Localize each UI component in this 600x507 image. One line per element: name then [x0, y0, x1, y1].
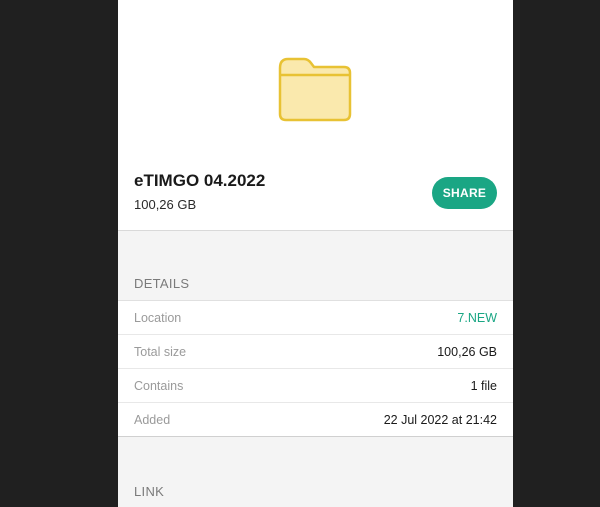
share-button[interactable]: SHARE	[432, 177, 497, 209]
detail-label: Total size	[134, 344, 187, 359]
detail-label: Added	[134, 412, 171, 427]
detail-row-location: Location 7.NEW	[118, 301, 513, 335]
details-list: Location 7.NEW Total size 100,26 GB Cont…	[118, 300, 513, 437]
detail-row-contains: Contains 1 file	[118, 369, 513, 403]
details-section-title: DETAILS	[134, 276, 190, 291]
file-header: eTIMGO 04.2022 100,26 GB SHARE	[118, 0, 513, 231]
detail-label: Contains	[134, 378, 184, 393]
detail-value: 100,26 GB	[437, 344, 497, 359]
file-size: 100,26 GB	[134, 197, 197, 212]
file-info-panel: eTIMGO 04.2022 100,26 GB SHARE DETAILS L…	[118, 0, 513, 507]
location-link[interactable]: 7.NEW	[457, 311, 497, 325]
detail-value: 1 file	[470, 378, 497, 393]
file-name: eTIMGO 04.2022	[134, 171, 266, 190]
link-section-title: LINK	[134, 484, 165, 499]
folder-icon	[278, 57, 352, 122]
detail-value: 22 Jul 2022 at 21:42	[383, 412, 497, 427]
detail-label: Location	[134, 310, 182, 325]
detail-row-added: Added 22 Jul 2022 at 21:42	[118, 403, 513, 436]
detail-row-total-size: Total size 100,26 GB	[118, 335, 513, 369]
